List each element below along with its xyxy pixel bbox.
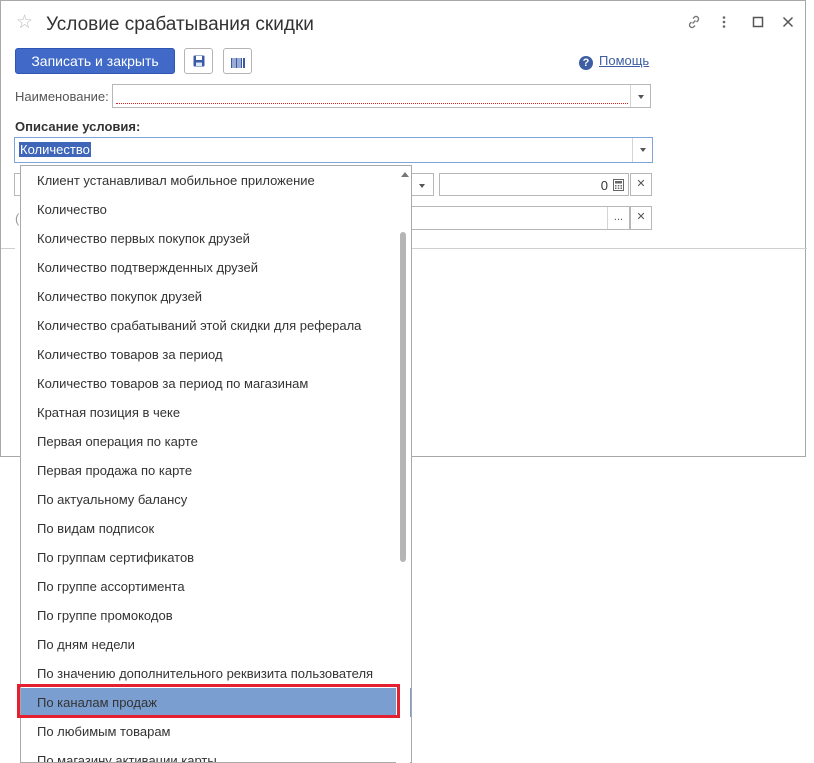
barcode-icon — [231, 56, 245, 71]
clear-icon: ✕ — [636, 178, 646, 190]
name-label: Наименование: — [15, 89, 109, 104]
hidden-row-label: ( — [15, 211, 20, 226]
divider — [411, 248, 807, 249]
dropdown-item[interactable]: По дням недели — [21, 630, 411, 659]
divider-left — [1, 248, 15, 249]
save-button[interactable] — [184, 48, 213, 74]
name-dropdown-button[interactable] — [630, 85, 650, 107]
scroll-up-arrow-icon[interactable] — [401, 172, 409, 177]
dropdown-item[interactable]: Количество покупок друзей — [21, 282, 411, 311]
title-bar: ☆ Условие срабатывания скидки — [1, 1, 807, 45]
comparison-dropdown[interactable] — [411, 173, 434, 196]
dropdown-item[interactable]: Клиент устанавливал мобильное приложение — [21, 166, 411, 195]
window-title: Условие срабатывания скидки — [46, 14, 314, 35]
dropdown-item[interactable]: По магазину активации карты — [21, 746, 411, 762]
more-icon[interactable] — [714, 14, 734, 34]
dropdown-item[interactable]: Первая операция по карте — [21, 427, 411, 456]
select-button[interactable]: ... — [607, 207, 629, 229]
dropdown-items: Клиент устанавливал мобильное приложение… — [21, 166, 411, 762]
condition-label: Описание условия: — [15, 119, 141, 134]
link-icon[interactable] — [684, 14, 704, 34]
dropdown-item[interactable]: По любимым товарам — [21, 717, 411, 746]
comparison-dropdown-button[interactable] — [412, 174, 433, 195]
dropdown-item[interactable]: Количество товаров за период по магазина… — [21, 369, 411, 398]
star-icon[interactable]: ☆ — [16, 12, 33, 34]
question-icon: ? — [579, 56, 593, 70]
dropdown-item[interactable]: Количество товаров за период — [21, 340, 411, 369]
quantity-value: 0 — [600, 178, 608, 193]
clear-select-button[interactable]: ✕ — [630, 206, 652, 230]
barcode-button[interactable] — [223, 48, 252, 74]
close-icon[interactable] — [778, 14, 798, 34]
calculator-icon[interactable] — [613, 179, 624, 194]
name-field[interactable] — [112, 84, 651, 108]
quantity-input[interactable]: 0 — [439, 173, 629, 196]
dropdown-item[interactable]: Первая продажа по карте — [21, 456, 411, 485]
dropdown-scroll-thumb[interactable] — [400, 232, 406, 562]
condition-dropdown-list: Клиент устанавливал мобильное приложение… — [20, 165, 412, 763]
dropdown-item[interactable]: Количество — [21, 195, 411, 224]
help-link[interactable]: ? Помощь — [579, 53, 649, 70]
dropdown-item[interactable]: По группе ассортимента — [21, 572, 411, 601]
clear-icon: ✕ — [636, 211, 646, 223]
condition-field[interactable]: Количество — [14, 137, 653, 163]
select-value-field[interactable]: ... — [411, 206, 630, 230]
maximize-icon[interactable] — [748, 14, 768, 34]
dropdown-item[interactable]: Кратная позиция в чеке — [21, 398, 411, 427]
dropdown-item[interactable]: Количество подтвержденных друзей — [21, 253, 411, 282]
dropdown-item[interactable]: Количество первых покупок друзей — [21, 224, 411, 253]
dropdown-item[interactable]: По группам сертификатов — [21, 543, 411, 572]
annotation-highlight-box — [17, 684, 400, 718]
dropdown-item[interactable]: По актуальному балансу — [21, 485, 411, 514]
dropdown-item[interactable]: Количество срабатываний этой скидки для … — [21, 311, 411, 340]
clear-quantity-button[interactable]: ✕ — [630, 173, 652, 196]
floppy-disk-icon — [193, 55, 205, 70]
save-and-close-button[interactable]: Записать и закрыть — [15, 48, 175, 74]
condition-field-value: Количество — [19, 142, 91, 157]
condition-dropdown-button[interactable] — [632, 138, 652, 162]
dropdown-item[interactable]: По группе промокодов — [21, 601, 411, 630]
dropdown-item[interactable]: По видам подписок — [21, 514, 411, 543]
required-underline — [116, 103, 628, 104]
